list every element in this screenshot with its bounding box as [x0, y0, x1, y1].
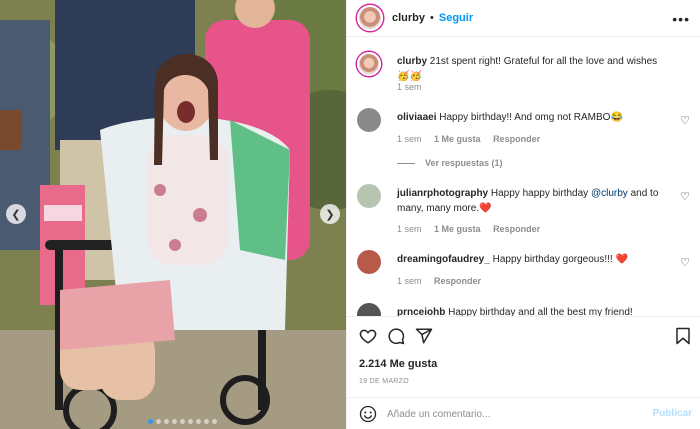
share-icon: [415, 328, 433, 344]
comments-list[interactable]: clurby 21st spent right! Grateful for al…: [347, 38, 700, 316]
add-comment-bar: Publicar: [347, 397, 700, 429]
comment-icon: [388, 328, 405, 345]
comment-text-block: oliviaaei Happy birthday!! And omg not R…: [397, 110, 667, 125]
photo-illustration: [0, 0, 346, 429]
comment-mention-link[interactable]: @clurby: [591, 188, 628, 199]
comment-like-heart-icon[interactable]: ♡: [680, 114, 690, 127]
add-comment-input[interactable]: [387, 404, 637, 424]
carousel-dot: [172, 419, 177, 424]
caption-avatar[interactable]: [357, 52, 381, 76]
comment-text-before: Happy happy birthday: [490, 188, 591, 199]
comment-username[interactable]: dreamingofaudrey_: [397, 254, 490, 265]
author-username[interactable]: clurby: [392, 12, 425, 24]
carousel-dot-active: [148, 419, 153, 424]
comment-reply-button[interactable]: Responder: [493, 224, 540, 234]
view-replies[interactable]: Ver respuestas (1): [397, 158, 513, 168]
emoji-icon[interactable]: [359, 405, 377, 423]
comment-meta: 1 sem 1 Me gusta Responder: [397, 134, 550, 144]
comment-item: prnceiohb Happy birthday and all the bes…: [357, 303, 692, 316]
comment-text-block: dreamingofaudrey_ Happy birthday gorgeou…: [397, 252, 667, 267]
bookmark-icon: [676, 327, 690, 345]
replies-divider: [397, 163, 415, 165]
like-button[interactable]: [358, 326, 378, 346]
comment-likes[interactable]: 1 Me gusta: [434, 134, 481, 144]
post-date[interactable]: 19 DE MARZO: [359, 378, 409, 385]
comment-item: oliviaaei Happy birthday!! And omg not R…: [357, 108, 692, 178]
post-photo[interactable]: ❮ ❯: [0, 0, 346, 429]
heart-icon: [359, 329, 377, 344]
carousel-indicator: [148, 419, 217, 424]
comment-meta: 1 sem 1 Me gusta Responder: [397, 224, 550, 234]
comment-text: Happy birthday gorgeous!!! ❤️: [492, 254, 628, 265]
carousel-dot: [196, 419, 201, 424]
comment-item: julianrphotography Happy happy birthday …: [357, 184, 692, 244]
caption-text: 21st spent right! Grateful for all the l…: [397, 56, 658, 82]
carousel-dot: [188, 419, 193, 424]
comment-likes[interactable]: 1 Me gusta: [434, 224, 481, 234]
comment-text: Happy birthday!! And omg not RAMBO😂: [439, 112, 623, 123]
comment-avatar[interactable]: [357, 250, 381, 274]
caption-text-block: clurby 21st spent right! Grateful for al…: [397, 54, 667, 84]
publish-button[interactable]: Publicar: [653, 408, 692, 419]
comment-time[interactable]: 1 sem: [397, 134, 422, 144]
comment-button[interactable]: [386, 326, 406, 346]
next-photo-button[interactable]: ❯: [320, 204, 340, 224]
author-avatar[interactable]: [357, 5, 383, 31]
post-header: clurby • Seguir •••: [347, 0, 700, 37]
carousel-dot: [180, 419, 185, 424]
post-modal: ❮ ❯ clurby • Seguir ••• clurby 21st spen…: [0, 0, 700, 429]
comment-avatar[interactable]: [357, 303, 381, 316]
more-options-icon[interactable]: •••: [672, 11, 690, 27]
comment-username[interactable]: oliviaaei: [397, 112, 436, 123]
carousel-dot: [164, 419, 169, 424]
share-button[interactable]: [414, 326, 434, 346]
carousel-dot: [156, 419, 161, 424]
chevron-right-icon: ❯: [325, 208, 335, 221]
comment-text-block: julianrphotography Happy happy birthday …: [397, 186, 667, 216]
caption: clurby 21st spent right! Grateful for al…: [357, 52, 692, 100]
comment-avatar[interactable]: [357, 108, 381, 132]
comment-meta: 1 sem Responder: [397, 276, 491, 286]
comment-item: dreamingofaudrey_ Happy birthday gorgeou…: [357, 250, 692, 294]
comment-username[interactable]: julianrphotography: [397, 188, 488, 199]
comment-reply-button[interactable]: Responder: [493, 134, 540, 144]
post-sidebar: clurby • Seguir ••• clurby 21st spent ri…: [346, 0, 700, 429]
comment-text: Happy birthday and all the best my frien…: [448, 307, 633, 316]
carousel-dot: [204, 419, 209, 424]
comment-time[interactable]: 1 sem: [397, 276, 422, 286]
previous-photo-button[interactable]: ❮: [6, 204, 26, 224]
comment-text-block: prnceiohb Happy birthday and all the bes…: [397, 305, 667, 316]
likes-count[interactable]: 2.214 Me gusta: [359, 358, 437, 370]
view-replies-label[interactable]: Ver respuestas (1): [425, 158, 503, 168]
caption-time[interactable]: 1 sem: [397, 82, 422, 92]
comment-reply-button[interactable]: Responder: [434, 276, 481, 286]
carousel-dot: [212, 419, 217, 424]
comment-time[interactable]: 1 sem: [397, 224, 422, 234]
save-button[interactable]: [673, 326, 693, 346]
comment-like-heart-icon[interactable]: ♡: [680, 256, 690, 269]
comment-username[interactable]: prnceiohb: [397, 307, 445, 316]
caption-meta: 1 sem: [397, 82, 432, 92]
follow-button[interactable]: Seguir: [439, 12, 473, 24]
post-actions: 2.214 Me gusta 19 DE MARZO: [347, 316, 700, 396]
comment-avatar[interactable]: [357, 184, 381, 208]
chevron-left-icon: ❮: [11, 208, 21, 221]
header-separator: •: [430, 12, 434, 24]
caption-username[interactable]: clurby: [397, 56, 427, 67]
comment-like-heart-icon[interactable]: ♡: [680, 190, 690, 203]
